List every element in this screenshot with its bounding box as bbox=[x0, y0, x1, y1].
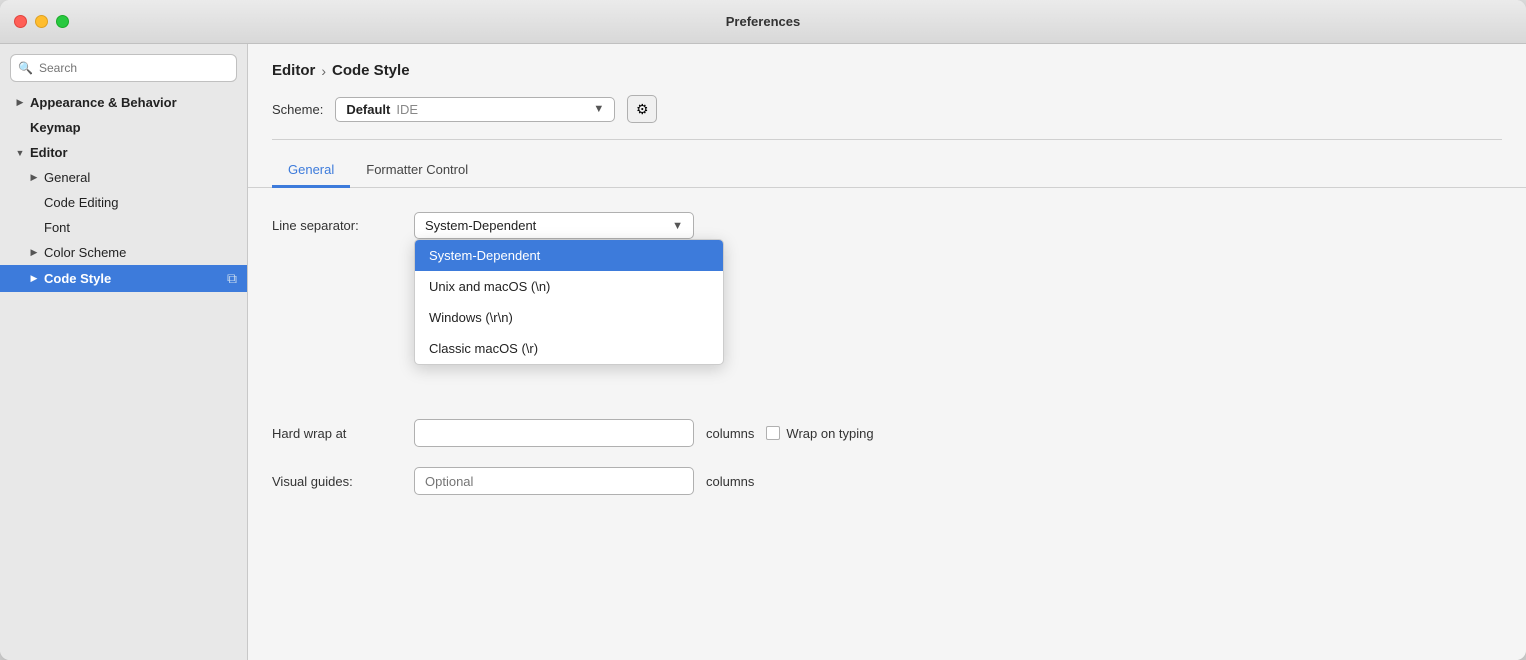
dropdown-option-windows[interactable]: Windows (\r\n) bbox=[415, 302, 723, 333]
scheme-dropdown-arrow: ▼ bbox=[593, 103, 604, 115]
sidebar-item-label: Code Style bbox=[44, 271, 111, 286]
option-label: Windows (\r\n) bbox=[429, 310, 513, 325]
breadcrumb: Editor › Code Style bbox=[272, 62, 1502, 79]
tab-formatter-control[interactable]: Formatter Control bbox=[350, 154, 484, 188]
sidebar-item-label: Appearance & Behavior bbox=[30, 95, 177, 110]
sidebar-item-appearance-behavior[interactable]: ▶ Appearance & Behavior bbox=[0, 90, 247, 115]
chevron-right-icon: ▶ bbox=[28, 273, 40, 285]
sidebar-item-label: General bbox=[44, 170, 90, 185]
window-controls bbox=[14, 15, 69, 28]
preferences-window: Preferences 🔍 ▶ Appearance & Behavior Ke… bbox=[0, 0, 1526, 660]
copy-icon: ⧉ bbox=[227, 270, 237, 287]
breadcrumb-separator: › bbox=[321, 63, 326, 79]
columns-label: columns bbox=[706, 426, 754, 441]
search-input[interactable] bbox=[10, 54, 237, 82]
line-separator-arrow: ▼ bbox=[672, 220, 683, 232]
sidebar-item-label: Keymap bbox=[30, 120, 81, 135]
breadcrumb-parent: Editor bbox=[272, 62, 315, 79]
option-label: Classic macOS (\r) bbox=[429, 341, 538, 356]
search-box[interactable]: 🔍 bbox=[10, 54, 237, 82]
wrap-on-typing-row: Wrap on typing bbox=[766, 426, 873, 441]
sidebar-item-code-style[interactable]: ▶ Code Style ⧉ bbox=[0, 265, 247, 292]
scheme-dropdown[interactable]: Default IDE ▼ bbox=[335, 97, 615, 122]
sidebar-item-font[interactable]: Font bbox=[0, 215, 247, 240]
line-separator-row: Line separator: System-Dependent ▼ Syste… bbox=[272, 212, 1502, 239]
gear-button[interactable]: ⚙ bbox=[627, 95, 657, 123]
close-button[interactable] bbox=[14, 15, 27, 28]
tab-label: Formatter Control bbox=[366, 162, 468, 177]
no-arrow bbox=[14, 122, 26, 134]
breadcrumb-current: Code Style bbox=[332, 62, 410, 79]
tab-label: General bbox=[288, 162, 334, 177]
window-title: Preferences bbox=[726, 14, 800, 29]
chevron-right-icon: ▶ bbox=[28, 172, 40, 184]
tab-general[interactable]: General bbox=[272, 154, 350, 188]
sidebar: 🔍 ▶ Appearance & Behavior Keymap ▼ Edito… bbox=[0, 44, 248, 660]
option-label: System-Dependent bbox=[429, 248, 540, 263]
wrap-on-typing-checkbox[interactable] bbox=[766, 426, 780, 440]
dropdown-option-system-dependent[interactable]: System-Dependent bbox=[415, 240, 723, 271]
sidebar-item-general[interactable]: ▶ General bbox=[0, 165, 247, 190]
scheme-label: Scheme: bbox=[272, 102, 323, 117]
dropdown-option-classic-macos[interactable]: Classic macOS (\r) bbox=[415, 333, 723, 364]
no-arrow bbox=[28, 197, 40, 209]
sidebar-item-label: Color Scheme bbox=[44, 245, 126, 260]
scheme-type: IDE bbox=[396, 102, 593, 117]
tabs-row: General Formatter Control bbox=[248, 154, 1526, 188]
wrap-on-typing-label: Wrap on typing bbox=[786, 426, 873, 441]
sidebar-item-label: Editor bbox=[30, 145, 68, 160]
sidebar-item-label: Font bbox=[44, 220, 70, 235]
sidebar-item-color-scheme[interactable]: ▶ Color Scheme bbox=[0, 240, 247, 265]
sidebar-item-editor[interactable]: ▼ Editor bbox=[0, 140, 247, 165]
right-panel: Editor › Code Style Scheme: Default IDE … bbox=[248, 44, 1526, 660]
scheme-name: Default bbox=[346, 102, 390, 117]
minimize-button[interactable] bbox=[35, 15, 48, 28]
sidebar-item-code-editing[interactable]: Code Editing bbox=[0, 190, 247, 215]
title-bar: Preferences bbox=[0, 0, 1526, 44]
sidebar-item-label: Code Editing bbox=[44, 195, 118, 210]
chevron-right-icon: ▶ bbox=[14, 97, 26, 109]
hard-wrap-input[interactable] bbox=[414, 419, 694, 447]
line-separator-dropdown[interactable]: System-Dependent ▼ bbox=[414, 212, 694, 239]
visual-guides-label: Visual guides: bbox=[272, 474, 402, 489]
line-separator-popup: System-Dependent Unix and macOS (\n) Win… bbox=[414, 239, 724, 365]
no-arrow bbox=[28, 222, 40, 234]
panel-body: Line separator: System-Dependent ▼ Syste… bbox=[248, 188, 1526, 660]
maximize-button[interactable] bbox=[56, 15, 69, 28]
chevron-down-icon: ▼ bbox=[14, 147, 26, 159]
line-separator-value: System-Dependent bbox=[425, 218, 672, 233]
sidebar-item-keymap[interactable]: Keymap bbox=[0, 115, 247, 140]
line-separator-container: System-Dependent ▼ System-Dependent Unix… bbox=[414, 212, 694, 239]
gear-icon: ⚙ bbox=[636, 101, 649, 118]
visual-guides-row: Visual guides: columns bbox=[272, 467, 1502, 495]
hard-wrap-row: Hard wrap at columns Wrap on typing bbox=[272, 419, 1502, 447]
visual-guides-columns-label: columns bbox=[706, 474, 754, 489]
chevron-right-icon: ▶ bbox=[28, 247, 40, 259]
option-label: Unix and macOS (\n) bbox=[429, 279, 550, 294]
main-content: 🔍 ▶ Appearance & Behavior Keymap ▼ Edito… bbox=[0, 44, 1526, 660]
visual-guides-input[interactable] bbox=[414, 467, 694, 495]
scheme-row: Scheme: Default IDE ▼ ⚙ bbox=[272, 95, 1502, 140]
hard-wrap-label: Hard wrap at bbox=[272, 426, 402, 441]
dropdown-option-unix-macos[interactable]: Unix and macOS (\n) bbox=[415, 271, 723, 302]
search-icon: 🔍 bbox=[18, 61, 33, 75]
panel-header: Editor › Code Style Scheme: Default IDE … bbox=[248, 44, 1526, 140]
line-separator-label: Line separator: bbox=[272, 218, 402, 233]
